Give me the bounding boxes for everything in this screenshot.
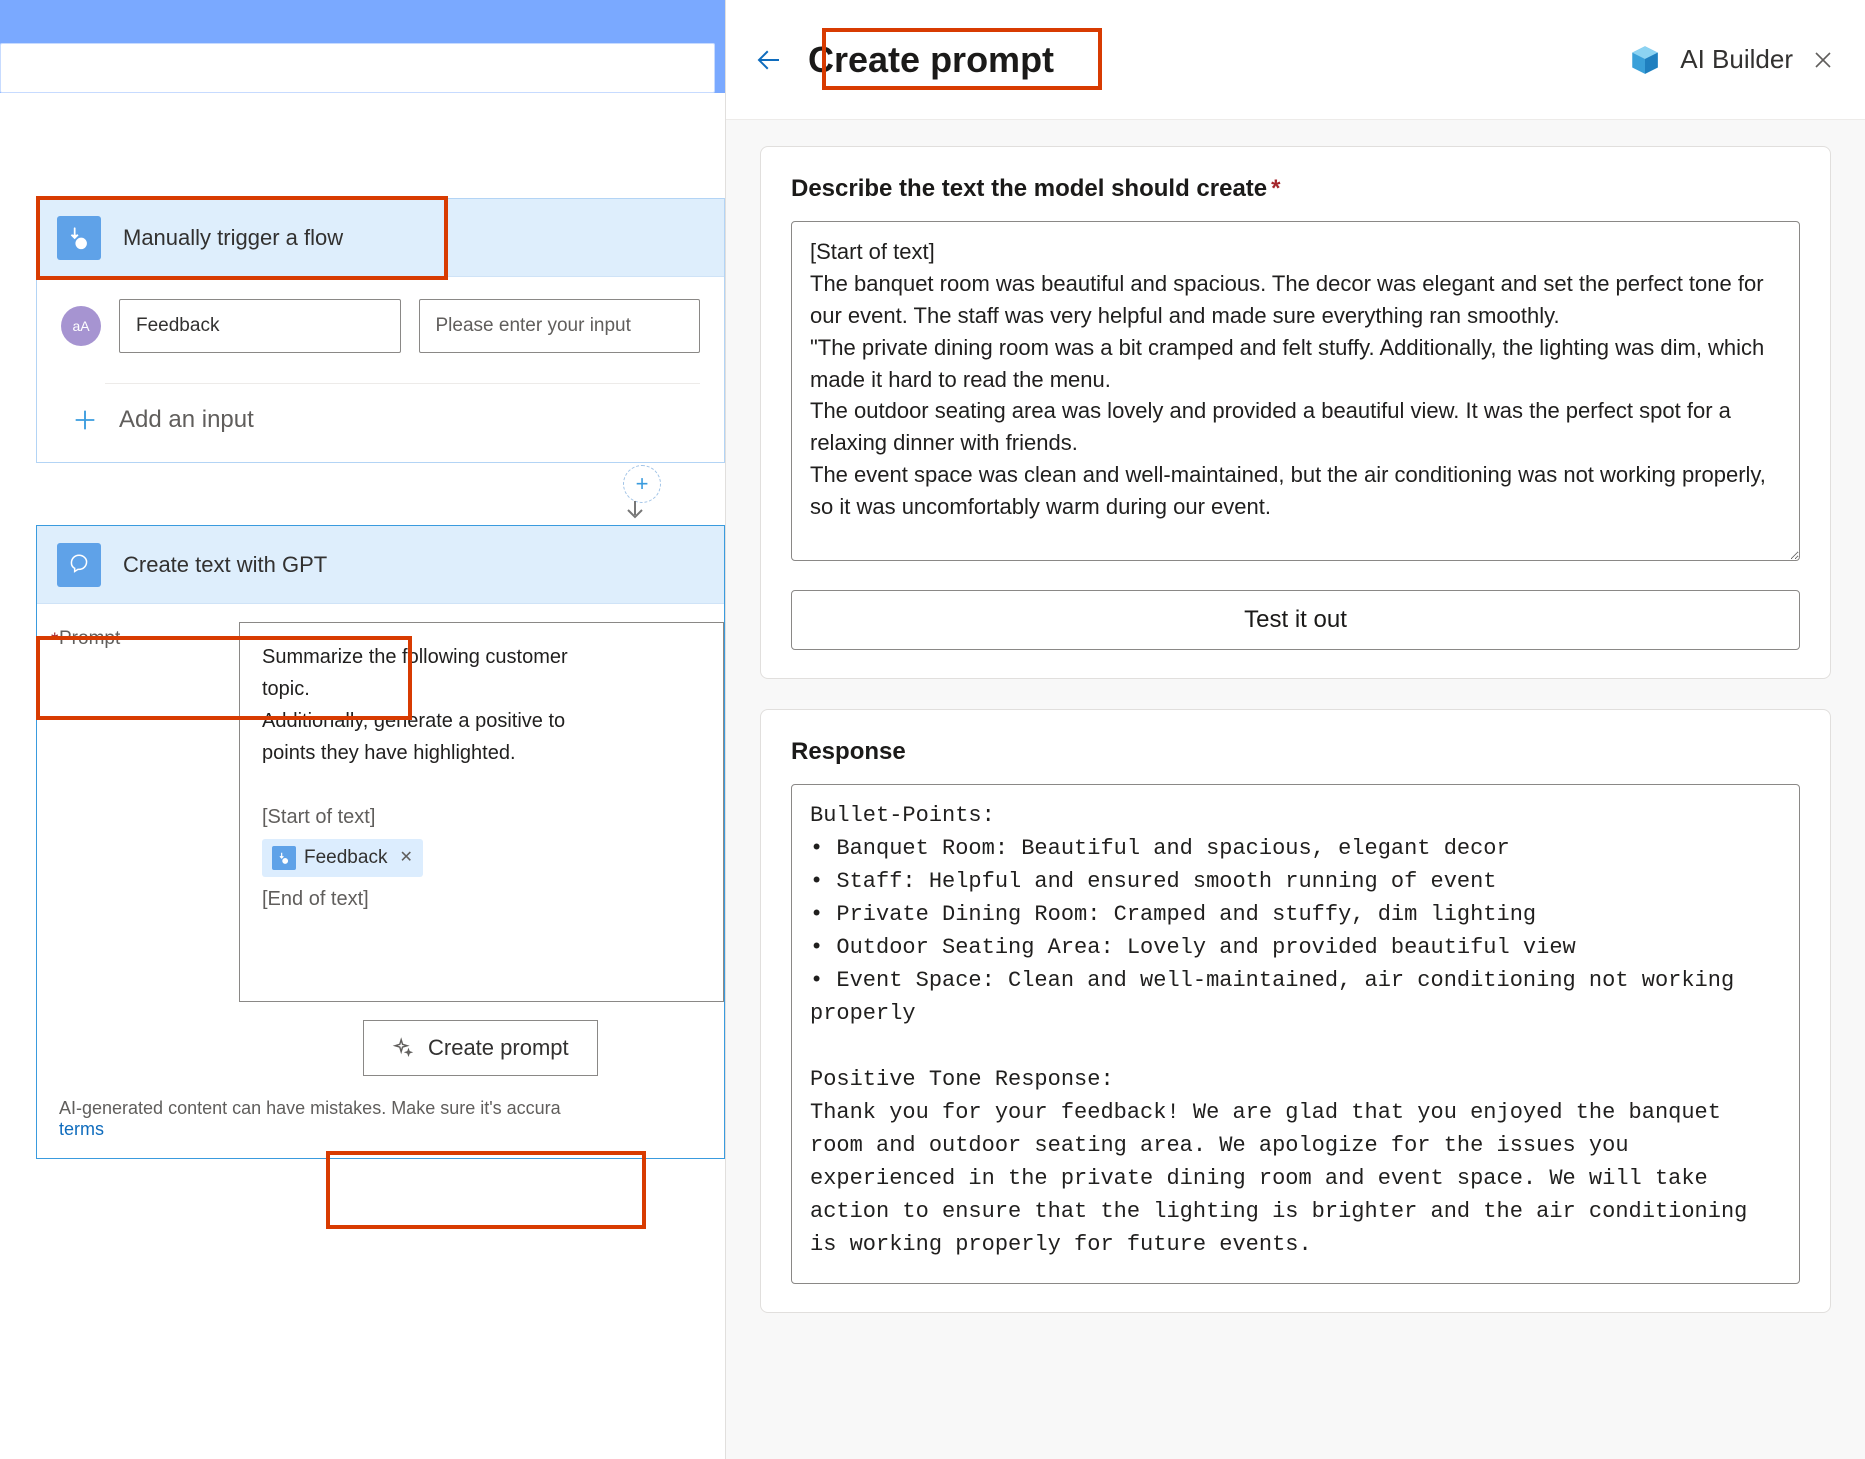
ai-disclaimer: AI-generated content can have mistakes. … — [37, 1094, 724, 1158]
panel-body: Describe the text the model should creat… — [726, 120, 1865, 1459]
add-input-button[interactable]: Add an input — [37, 384, 724, 462]
create-prompt-button[interactable]: Create prompt — [363, 1020, 598, 1076]
terms-link[interactable]: terms — [59, 1119, 104, 1139]
add-input-label: Add an input — [119, 406, 254, 434]
canvas-search-row — [0, 43, 725, 93]
chip-label: Feedback — [304, 843, 387, 873]
highlight-create-prompt — [326, 1151, 646, 1229]
test-it-out-button[interactable]: Test it out — [791, 590, 1800, 650]
ai-builder-icon — [1628, 43, 1662, 77]
prompt-label: * Prompt — [59, 622, 209, 1002]
prompt-row: * Prompt Summarize the following custome… — [37, 604, 724, 1002]
create-prompt-panel: Create prompt AI Builder Describe the te… — [725, 0, 1865, 1459]
touch-icon — [272, 846, 296, 870]
describe-label: Describe the text the model should creat… — [791, 175, 1800, 203]
response-label: Response — [791, 738, 1800, 766]
plus-icon — [71, 406, 99, 434]
back-arrow-icon[interactable] — [754, 45, 784, 75]
trigger-icon — [57, 216, 101, 260]
trigger-body: aA Feedback Please enter your input — [37, 277, 724, 359]
trigger-card[interactable]: Manually trigger a flow aA Feedback Plea… — [36, 198, 725, 463]
connector: + — [620, 465, 664, 525]
describe-textarea[interactable] — [791, 221, 1800, 561]
panel-header: Create prompt AI Builder — [726, 0, 1865, 120]
describe-card: Describe the text the model should creat… — [760, 146, 1831, 679]
create-prompt-label: Create prompt — [428, 1035, 569, 1061]
param-name-field[interactable]: Feedback — [119, 299, 401, 353]
gpt-icon — [57, 543, 101, 587]
feedback-token-chip[interactable]: Feedback ✕ — [262, 839, 423, 877]
sparkle-icon — [392, 1037, 414, 1059]
response-card: Response Bullet-Points: • Banquet Room: … — [760, 709, 1831, 1313]
text-type-avatar: aA — [61, 306, 101, 346]
top-ribbon — [0, 0, 725, 43]
param-placeholder-field[interactable]: Please enter your input — [419, 299, 701, 353]
gpt-action-card[interactable]: Create text with GPT * Prompt Summarize … — [36, 525, 725, 1159]
prompt-textarea[interactable]: Summarize the following customer topic. … — [239, 622, 724, 1002]
required-marker: * — [1271, 175, 1280, 202]
gpt-title: Create text with GPT — [123, 552, 327, 578]
gpt-header[interactable]: Create text with GPT — [37, 526, 724, 604]
arrow-down-icon — [620, 501, 650, 523]
required-marker: * — [51, 630, 58, 652]
end-tag: [End of text] — [262, 888, 369, 910]
add-step-button[interactable]: + — [623, 465, 661, 503]
start-tag: [Start of text] — [262, 806, 375, 828]
panel-title: Create prompt — [808, 39, 1054, 81]
trigger-header[interactable]: Manually trigger a flow — [37, 199, 724, 277]
canvas-search-input[interactable] — [0, 43, 715, 93]
flow-canvas: Manually trigger a flow aA Feedback Plea… — [0, 0, 725, 1459]
response-output[interactable]: Bullet-Points: • Banquet Room: Beautiful… — [791, 784, 1800, 1284]
trigger-title: Manually trigger a flow — [123, 225, 343, 251]
brand-label: AI Builder — [1680, 44, 1793, 75]
chip-remove-icon[interactable]: ✕ — [399, 845, 412, 871]
close-icon[interactable] — [1811, 48, 1835, 72]
